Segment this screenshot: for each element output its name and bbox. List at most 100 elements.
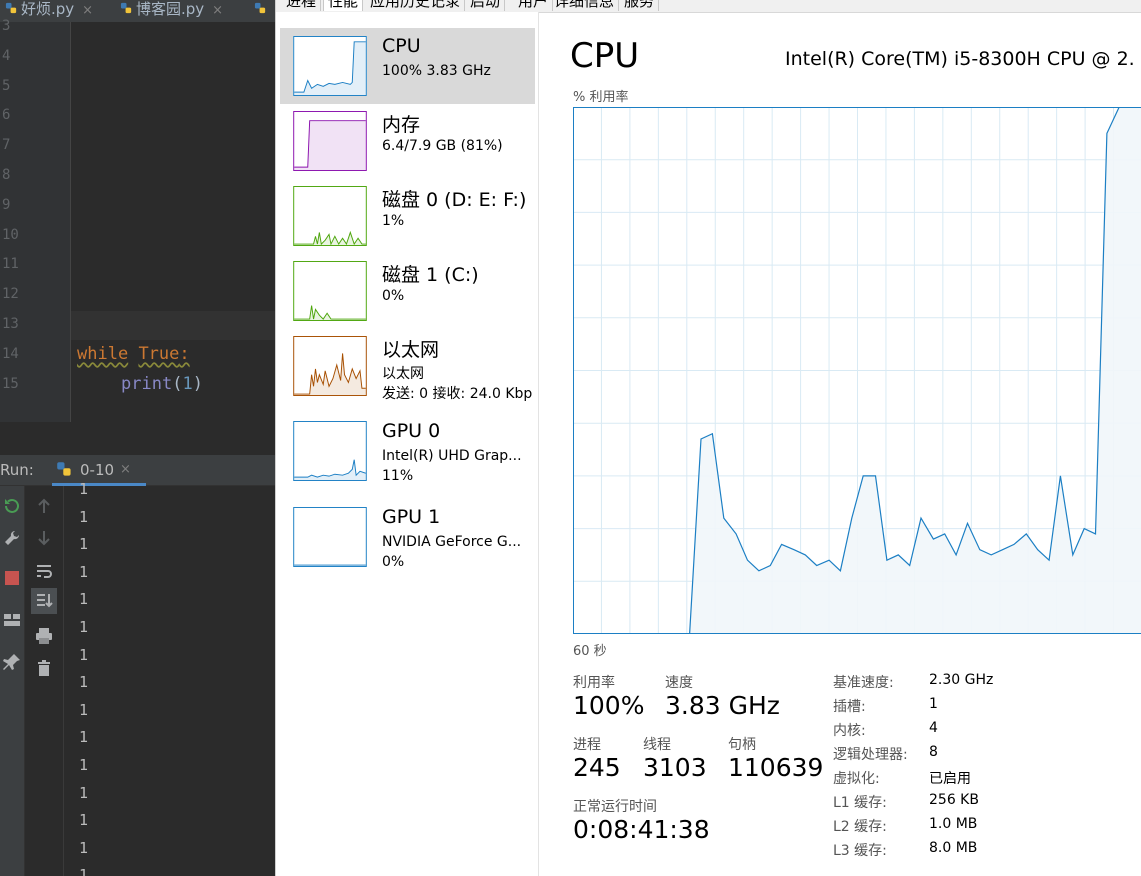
console-output-line: 1: [79, 590, 89, 609]
processes-label: 进程: [573, 737, 601, 753]
line-number: 6: [2, 107, 11, 124]
spec-label: 逻辑处理器:: [833, 747, 908, 763]
soft-wrap-icon[interactable]: [34, 561, 54, 581]
console-output-line: 1: [79, 811, 89, 830]
tab-3[interactable]: 启动: [466, 0, 506, 11]
editor-tab-partial[interactable]: [254, 0, 270, 22]
spec-value: 1.0 MB: [929, 816, 978, 832]
x-axis-label: 60 秒: [573, 644, 607, 659]
line-number: 7: [2, 137, 11, 154]
sidebar-thumbnail-graph: [293, 261, 367, 321]
sidebar-item-disk1[interactable]: 磁盘 1 (C:) 0%: [280, 253, 535, 329]
stop-icon[interactable]: [2, 568, 22, 588]
spec-label: 虚拟化:: [833, 771, 880, 787]
utilization-value: 100%: [573, 691, 645, 720]
close-icon[interactable]: ×: [120, 462, 131, 477]
line-number: 11: [2, 256, 19, 273]
editor-tab-haofan[interactable]: 好烦.py ×: [5, 0, 93, 22]
spec-value: 256 KB: [929, 792, 979, 808]
run-tab-label: 0-10: [80, 461, 115, 479]
sidebar-item-subtitle: NVIDIA GeForce G...: [382, 534, 522, 550]
console-output-line: 1: [79, 535, 89, 554]
run-tab[interactable]: 0-10 ×: [52, 455, 146, 485]
tab-1[interactable]: 性能: [323, 0, 364, 11]
line-number: 8: [2, 167, 11, 183]
spec-value: 8.0 MB: [929, 840, 978, 856]
sidebar-thumbnail-graph: [293, 186, 367, 246]
spec-value: 8: [929, 744, 938, 760]
sidebar-item-cpu[interactable]: CPU 100% 3.83 GHz: [280, 28, 535, 104]
editor-tab-bar: 好烦.py × 博客园.py ×: [0, 0, 275, 22]
sidebar-item-subtitle: 100% 3.83 GHz: [382, 63, 491, 79]
close-icon[interactable]: ×: [212, 3, 223, 18]
sidebar-thumbnail-graph: [293, 36, 367, 96]
pin-icon[interactable]: [2, 652, 22, 672]
sidebar-item-title: CPU: [382, 35, 421, 57]
trash-icon[interactable]: [34, 658, 54, 678]
sidebar-item-title: 磁盘 0 (D: E: F:): [382, 189, 527, 211]
cpu-detail-panel: CPU Intel(R) Core(TM) i5-8300H CPU @ 2. …: [539, 12, 1141, 876]
sidebar-thumbnail-graph: [293, 421, 367, 481]
rerun-icon[interactable]: [2, 496, 22, 516]
paren-open: (: [172, 374, 183, 394]
sidebar-item-subtitle: 1%: [382, 213, 405, 229]
sidebar-item-disk0[interactable]: 磁盘 0 (D: E: F:) 1%: [280, 178, 535, 254]
arrow-down-icon[interactable]: [34, 528, 54, 548]
task-manager-window: 进程 性能 应用历史记录 启动 用户 详细信息 服务 CPU 100% 3.83 GHz 内存 6…: [275, 0, 1141, 876]
sidebar-item-subtitle: 0%: [382, 288, 405, 304]
console-output-line: 1: [79, 562, 89, 581]
close-icon[interactable]: ×: [82, 3, 93, 18]
run-label: Run:: [0, 461, 34, 479]
console-output-line: 1: [79, 756, 89, 774]
threads-label: 线程: [643, 737, 671, 753]
sidebar-item-subtitle: 以太网: [382, 366, 424, 382]
ide-window: 好烦.py × 博客园.py × 3 4 5 6 7 8 9 10 11 12 13 14 15 while…: [0, 0, 275, 876]
tab-5[interactable]: 详细信息: [550, 0, 620, 11]
keyword-true: True: [138, 344, 180, 364]
spec-value: 1: [929, 696, 938, 712]
sidebar-item-gpu1[interactable]: GPU 1 NVIDIA GeForce G... 0%: [280, 499, 535, 575]
arrow-up-icon[interactable]: [34, 496, 54, 516]
sidebar-item-title: GPU 1: [382, 506, 441, 528]
layout-icon[interactable]: [2, 610, 22, 630]
tab-2[interactable]: 应用历史记录: [366, 0, 466, 11]
sidebar-item-detail: 0%: [382, 554, 405, 570]
line-number: 3: [2, 18, 11, 34]
sidebar-item-ethernet[interactable]: 以太网 以太网 发送: 0 接收: 24.0 Kbp: [280, 328, 535, 404]
console-output-line: 1: [79, 700, 89, 719]
console-output-line: 1: [79, 480, 89, 498]
handles-label: 句柄: [728, 737, 756, 753]
code-line-while[interactable]: while True:: [77, 344, 190, 364]
speed-value: 3.83 GHz: [665, 691, 780, 720]
console-output-line: 1: [79, 673, 89, 692]
python-run-icon: [57, 462, 71, 476]
print-icon[interactable]: [34, 626, 54, 646]
sidebar-thumbnail-graph: [293, 507, 367, 567]
console-output-line: 1: [79, 645, 89, 664]
sidebar-item-title: GPU 0: [382, 420, 441, 442]
sidebar-item-detail: 11%: [382, 468, 414, 484]
editor-tab-label: 博客园.py: [136, 0, 205, 18]
line-number: 10: [2, 226, 19, 243]
wrench-icon[interactable]: [2, 528, 22, 548]
detail-title: CPU: [570, 36, 640, 76]
sidebar-item-memory[interactable]: 内存 6.4/7.9 GB (81%): [280, 103, 535, 179]
sidebar-item-subtitle: 6.4/7.9 GB (81%): [382, 138, 503, 154]
sidebar-item-title: 以太网: [382, 339, 440, 361]
colon: :: [179, 344, 190, 364]
cpu-utilization-graph: [573, 107, 1141, 634]
sidebar-item-detail: 发送: 0 接收: 24.0 Kbp: [382, 386, 533, 402]
tab-6[interactable]: 服务: [620, 0, 660, 11]
spec-value: 4: [929, 720, 938, 736]
scroll-to-end-toggle[interactable]: [31, 588, 57, 614]
tab-4[interactable]: 用户: [514, 0, 554, 11]
sidebar-item-gpu0[interactable]: GPU 0 Intel(R) UHD Grap... 11%: [280, 413, 535, 489]
editor-tab-bokeyuan[interactable]: 博客园.py ×: [120, 0, 223, 22]
tab-0[interactable]: 进程: [282, 0, 322, 11]
python-file-icon: [120, 2, 132, 14]
threads-value: 3103: [643, 753, 707, 782]
line-number: 5: [2, 77, 11, 94]
spec-value: 已启用: [929, 771, 971, 787]
code-line-print[interactable]: print(1): [121, 374, 203, 394]
run-console-output[interactable]: 1 1 1 1 1 1 1 1 1 1 1 1 1 1 1: [64, 480, 275, 876]
